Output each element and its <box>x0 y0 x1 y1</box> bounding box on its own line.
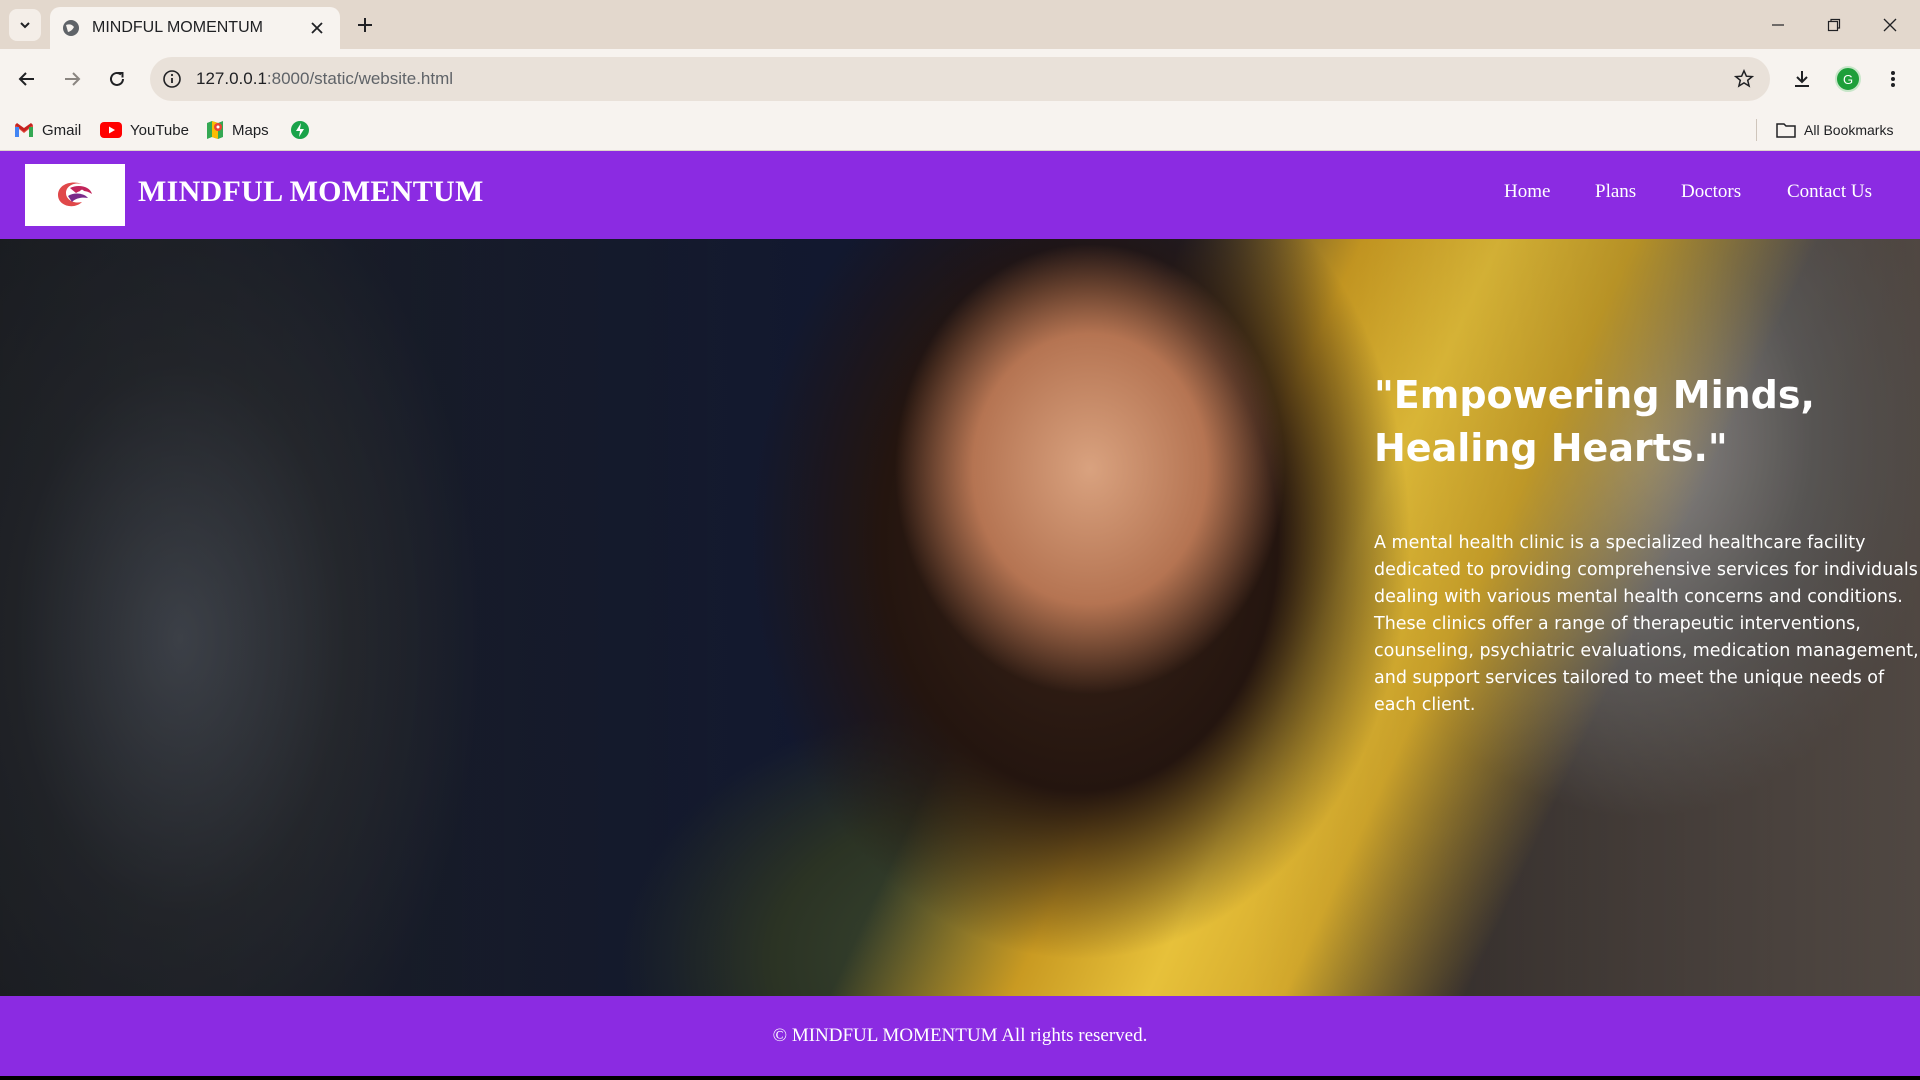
star-icon[interactable] <box>1734 69 1754 89</box>
site-footer: © MINDFUL MOMENTUM All rights reserved. <box>0 996 1920 1076</box>
bookmark-label: YouTube <box>130 121 189 139</box>
minimize-button[interactable] <box>1750 0 1806 49</box>
gmail-icon <box>15 123 33 137</box>
youtube-icon <box>100 122 122 138</box>
browser-menu-button[interactable] <box>1876 62 1910 96</box>
chevron-down-icon <box>20 22 30 29</box>
tab-title: MINDFUL MOMENTUM <box>92 19 263 36</box>
url-host: 127.0.0.1 <box>196 69 267 88</box>
back-button[interactable] <box>10 62 44 96</box>
nav-home[interactable]: Home <box>1504 181 1550 203</box>
tab-search-button[interactable] <box>9 9 41 41</box>
hero-description: A mental health clinic is a specialized … <box>1374 533 1919 715</box>
close-window-button[interactable] <box>1862 0 1918 49</box>
green-bolt-icon <box>291 121 309 139</box>
browser-tab-strip: MINDFUL MOMENTUM <box>0 0 1920 49</box>
more-vertical-icon <box>1891 71 1895 87</box>
close-icon <box>1883 18 1897 31</box>
bookmark-youtube[interactable]: YouTube <box>100 118 189 142</box>
maps-icon <box>207 121 223 139</box>
arrow-left-icon <box>18 72 34 86</box>
bookmark-label: Gmail <box>42 121 82 139</box>
address-bar[interactable]: 127.0.0.1:8000/static/website.html <box>150 57 1770 101</box>
all-bookmarks-label: All Bookmarks <box>1804 122 1894 138</box>
bookmarks-separator <box>1756 119 1757 141</box>
browser-tab-active[interactable]: MINDFUL MOMENTUM <box>50 7 340 49</box>
download-icon <box>1795 71 1809 87</box>
minimize-icon <box>1772 23 1784 26</box>
site-info-icon[interactable] <box>162 69 182 89</box>
browser-toolbar: 127.0.0.1:8000/static/website.html G <box>0 49 1920 109</box>
profile-avatar[interactable]: G <box>1835 66 1861 92</box>
reload-button[interactable] <box>100 62 134 96</box>
nav-doctors[interactable]: Doctors <box>1681 181 1741 203</box>
bookmark-label: Maps <box>232 121 269 139</box>
tab-close-icon[interactable] <box>306 17 328 39</box>
arrow-right-icon <box>65 72 81 86</box>
restore-icon <box>1827 18 1841 31</box>
url-path: :8000/static/website.html <box>266 69 454 88</box>
bookmarks-bar: Gmail YouTube Maps All Bookmarks <box>0 109 1920 151</box>
bookmark-maps[interactable]: Maps <box>206 118 269 142</box>
folder-icon <box>1776 123 1796 138</box>
nav-contact-us[interactable]: Contact Us <box>1787 181 1872 203</box>
hero-title: "Empowering Minds, Healing Hearts." <box>1374 373 1815 470</box>
site-logo[interactable] <box>25 164 125 226</box>
bookmark-gmail[interactable]: Gmail <box>14 118 81 142</box>
site-brand-name: MINDFUL MOMENTUM <box>138 175 484 208</box>
all-bookmarks-button[interactable]: All Bookmarks <box>1776 118 1893 142</box>
footer-copyright: © MINDFUL MOMENTUM All rights reserved. <box>772 1025 1148 1046</box>
globe-icon <box>63 20 79 36</box>
restore-button[interactable] <box>1806 0 1862 49</box>
plus-icon <box>358 18 372 32</box>
site-header: MINDFUL MOMENTUM Home Plans Doctors Cont… <box>0 151 1920 239</box>
downloads-button[interactable] <box>1785 62 1819 96</box>
forward-button[interactable] <box>55 62 89 96</box>
reload-icon <box>110 71 124 86</box>
nav-plans[interactable]: Plans <box>1595 181 1636 203</box>
new-tab-button[interactable] <box>350 10 380 40</box>
hero-section: "Empowering Minds, Healing Hearts." A me… <box>0 239 1920 996</box>
logo-icon <box>58 182 92 207</box>
bookmark-extension[interactable] <box>290 118 310 142</box>
